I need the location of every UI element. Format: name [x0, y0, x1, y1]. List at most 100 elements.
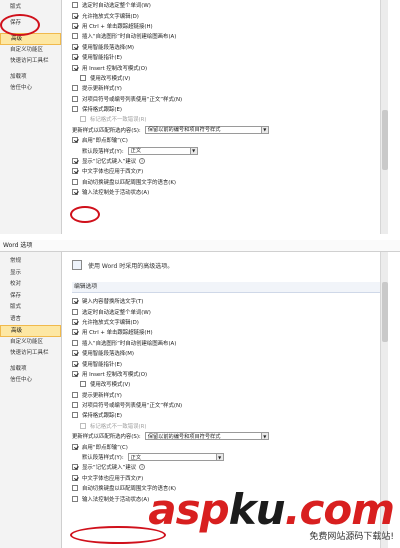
checkbox[interactable] — [72, 329, 78, 336]
option-row[interactable]: 使用智能指针(E) — [72, 358, 388, 368]
option-label: 对项目符号或编号列表使用“正文”样式(N) — [82, 96, 183, 103]
checkbox[interactable] — [72, 360, 78, 367]
sidebar-item-general[interactable]: 常规 — [0, 256, 61, 268]
checkbox[interactable] — [72, 54, 78, 61]
option-label: 启用“即点即输”(C) — [82, 138, 128, 145]
checkbox[interactable] — [72, 43, 78, 50]
checkbox[interactable] — [72, 339, 78, 346]
checkbox[interactable] — [72, 495, 78, 502]
checkbox[interactable] — [72, 370, 78, 377]
checkbox[interactable] — [72, 308, 78, 315]
checkbox[interactable] — [80, 74, 86, 81]
sidebar-item-customize-ribbon[interactable]: 自定义功能区 — [0, 337, 61, 349]
option-row[interactable]: 插入“自选图形”时自动创建绘图画布(A) — [72, 31, 388, 41]
info-icon: i — [139, 464, 146, 471]
sidebar-item-trust-center[interactable]: 信任中心 — [0, 83, 61, 95]
option-label: 使用智能段落选择(M) — [82, 44, 134, 51]
option-row[interactable]: 用 Insert 控制改写模式(O) — [72, 369, 388, 379]
sidebar-item-save[interactable]: 保存 — [0, 291, 61, 303]
checkbox[interactable] — [72, 95, 78, 102]
option-label: 显示“记忆式键入”建议 — [82, 159, 137, 166]
checkbox[interactable] — [72, 391, 78, 398]
scrollbar[interactable] — [380, 0, 388, 234]
option-row[interactable]: 中文字体也应用于西文(F) — [72, 473, 388, 483]
scrollbar-thumb[interactable] — [382, 110, 388, 170]
option-row[interactable]: 使用智能段落选择(M) — [72, 348, 388, 358]
option-row[interactable]: 使用智能段落选择(M) — [72, 42, 388, 52]
sidebar-item-proofing[interactable]: 校对 — [0, 279, 61, 291]
checkbox[interactable] — [72, 474, 78, 481]
option-row[interactable]: 用 Ctrl + 单击跟踪超链接(H) — [72, 327, 388, 337]
sidebar-item-trust-center[interactable]: 信任中心 — [0, 375, 61, 387]
checkbox[interactable] — [72, 168, 78, 175]
sidebar-item-addins[interactable]: 加载项 — [0, 72, 61, 84]
checkbox — [80, 116, 86, 123]
checkbox[interactable] — [72, 158, 78, 165]
sidebar-item-language[interactable]: 语言 — [0, 314, 61, 326]
checkbox[interactable] — [72, 2, 78, 9]
scrollbar-thumb[interactable] — [382, 282, 388, 342]
checkbox[interactable] — [72, 485, 78, 492]
sidebar-item-customize-ribbon[interactable]: 自定义功能区 — [0, 45, 61, 57]
logo-text: asp — [148, 485, 229, 534]
checkbox[interactable] — [72, 22, 78, 29]
option-row[interactable]: 启用“即点即输”(C) — [72, 135, 388, 145]
option-row[interactable]: 自动切换键盘以匹配周围文字的语言(K) — [72, 177, 388, 187]
option-row[interactable]: 对项目符号或编号列表使用“正文”样式(N) — [72, 400, 388, 410]
option-row[interactable]: 显示“记忆式键入”建议 i — [72, 156, 388, 166]
sidebar-item-quick-access[interactable]: 快速访问工具栏 — [0, 56, 61, 68]
checkbox[interactable] — [72, 464, 78, 471]
default-paragraph-select[interactable]: 正文 ▼ — [127, 146, 198, 155]
checkbox[interactable] — [72, 189, 78, 196]
checkbox[interactable] — [72, 402, 78, 409]
option-row[interactable]: 键入内容替换所选文字(T) — [72, 296, 388, 306]
sidebar-item-advanced[interactable]: 高级 — [0, 325, 61, 337]
option-row[interactable]: 提示更新样式(Y) — [72, 83, 388, 93]
option-row[interactable]: 启用“即点即输”(C) — [72, 441, 388, 451]
option-label: 使用智能指针(E) — [82, 361, 122, 368]
option-row[interactable]: 使用改写模式(V) — [72, 73, 388, 83]
sidebar-item-display[interactable]: 显示 — [0, 268, 61, 280]
checkbox[interactable] — [72, 350, 78, 357]
option-row[interactable]: 选定时自动选定整个单词(W) — [72, 0, 388, 10]
checkbox[interactable] — [72, 318, 78, 325]
option-row-ime[interactable]: 输入法控制处于活动状态(A) — [72, 187, 388, 197]
sidebar-item-layout[interactable]: 版式 — [0, 302, 61, 314]
option-row[interactable]: 保持格式跟踪(E) — [72, 104, 388, 114]
checkbox[interactable] — [72, 178, 78, 185]
checkbox[interactable] — [72, 85, 78, 92]
option-row[interactable]: 用 Insert 控制改写模式(O) — [72, 62, 388, 72]
option-row[interactable]: 提示更新样式(Y) — [72, 390, 388, 400]
checkbox[interactable] — [72, 298, 78, 305]
default-paragraph-select[interactable]: 正文 ▼ — [127, 453, 224, 462]
checkbox[interactable] — [80, 381, 86, 388]
option-row[interactable]: 允许拖放式文字编辑(D) — [72, 10, 388, 20]
option-row[interactable]: 选定时自动选定整个单词(W) — [72, 306, 388, 316]
options-content: 选定时自动选定整个单词(W) 允许拖放式文字编辑(D) 用 Ctrl + 单击跟… — [72, 0, 388, 234]
sidebar-item-quick-access[interactable]: 快速访问工具栏 — [0, 348, 61, 360]
sidebar: 常规 显示 校对 保存 版式 语言 高级 自定义功能区 快速访问工具栏 加载项 … — [0, 252, 62, 548]
checkbox[interactable] — [72, 64, 78, 71]
option-row[interactable]: 用 Ctrl + 单击跟踪超链接(H) — [72, 21, 388, 31]
option-row[interactable]: 使用智能指针(E) — [72, 52, 388, 62]
intro-row: 使用 Word 时采用的高级选项。 — [72, 256, 388, 274]
option-row[interactable]: 中文字体也应用于西文(F) — [72, 166, 388, 176]
checkbox[interactable] — [72, 443, 78, 450]
option-row[interactable]: 使用改写模式(V) — [72, 379, 388, 389]
sidebar-item-advanced[interactable]: 高级 — [0, 33, 61, 45]
option-row[interactable]: 插入“自选图形”时自动创建绘图画布(A) — [72, 338, 388, 348]
checkbox[interactable] — [72, 412, 78, 419]
option-row[interactable]: 允许拖放式文字编辑(D) — [72, 317, 388, 327]
word-options-dialog: Word 选项 常规 显示 校对 保存 版式 语言 高级 自定义功能区 快速访问… — [0, 240, 400, 548]
checkbox[interactable] — [72, 137, 78, 144]
checkbox[interactable] — [72, 33, 78, 40]
checkbox[interactable] — [72, 12, 78, 19]
checkbox[interactable] — [72, 106, 78, 113]
option-row[interactable]: 保持格式跟踪(E) — [72, 410, 388, 420]
update-style-select[interactable]: 保留以前的编号和项目符号样式 ▼ — [144, 125, 269, 134]
option-row[interactable]: 显示“记忆式键入”建议 i — [72, 462, 388, 472]
option-row[interactable]: 对项目符号或编号列表使用“正文”样式(N) — [72, 94, 388, 104]
sidebar-item-addins[interactable]: 加载项 — [0, 364, 61, 376]
sidebar-item-layout[interactable]: 版式 — [0, 2, 61, 14]
update-style-select[interactable]: 保留以前的编号和项目符号样式 ▼ — [144, 432, 269, 441]
